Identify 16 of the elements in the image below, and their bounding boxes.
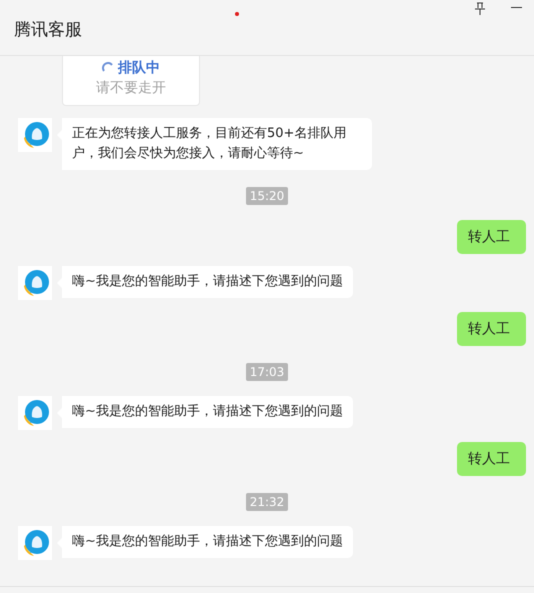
notification-dot <box>235 12 239 16</box>
spinner-icon <box>102 62 114 74</box>
bot-message: 正在为您转接人工服务，目前还有50+名排队用户，我们会尽快为您接入，请耐心等待~ <box>57 118 372 170</box>
bot-message: 嗨~我是您的智能助手，请描述下您遇到的问题 <box>57 526 353 558</box>
user-message: 转人工 <box>457 442 526 476</box>
user-message: 转人工 <box>457 312 526 346</box>
window-title: 腾讯客服 <box>14 19 82 41</box>
queue-note: 请不要走开 <box>96 79 166 97</box>
timestamp: 21:32 <box>246 493 288 511</box>
queue-status: 排队中 <box>118 59 160 77</box>
timestamp: 15:20 <box>246 187 288 205</box>
timestamp: 17:03 <box>246 363 288 381</box>
bot-message: 嗨~我是您的智能助手，请描述下您遇到的问题 <box>57 396 353 428</box>
bot-message: 嗨~我是您的智能助手，请描述下您遇到的问题 <box>57 266 353 298</box>
pin-icon[interactable] <box>474 2 486 16</box>
user-message: 转人工 <box>457 220 526 254</box>
